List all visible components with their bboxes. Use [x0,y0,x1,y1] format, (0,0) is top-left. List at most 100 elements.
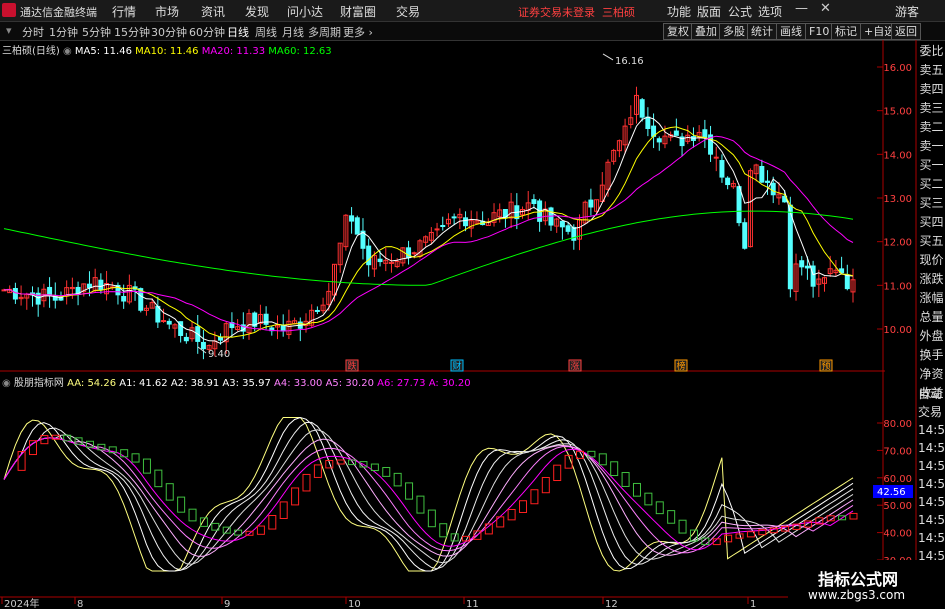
sidebar-lower-item-0[interactable]: 自动 [918,385,945,403]
indicator-tick-label: 60.00 [883,474,912,485]
candle-body [742,222,748,249]
candle-body [702,129,708,138]
candle-body [183,336,189,342]
candle-body [263,313,269,325]
candle-body [121,296,127,302]
sidebar-lower-item-7[interactable]: 14:56 [918,511,945,529]
sidebar-item-8[interactable]: 买三 [918,194,945,213]
sidebar-item-2[interactable]: 卖四 [918,80,945,99]
candle-body [725,177,731,186]
price-tick-label: 16.00 [883,63,912,74]
settings-icon[interactable]: ◉ [2,378,11,389]
price-tick-label: 12.00 [883,238,912,249]
sidebar-item-6[interactable]: 买一 [918,156,945,175]
price-chart[interactable]: 16.16 9.40 跌 财 涨 榜 预 16.00 15.00 14.00 13.00 12.00… [0,0,945,609]
indicator-step-box [632,482,641,497]
event-tag: 预 [821,361,830,372]
indicator-title[interactable]: 股朋指标网 [14,378,64,389]
indicator-step-box [28,440,37,456]
price-tick-label: 10.00 [883,325,912,336]
sidebar-item-14[interactable]: 总量 [918,308,945,327]
indicator-step-box [165,483,174,501]
sidebar-item-13[interactable]: 涨幅 [918,289,945,308]
indicator-step-box [279,501,288,519]
event-tag: 跌 [347,361,356,372]
sidebar-item-3[interactable]: 卖三 [918,99,945,118]
sidebar-lower-item-5[interactable]: 14:56 [918,475,945,493]
sidebar-item-10[interactable]: 买五 [918,232,945,251]
candle-body [451,216,457,219]
sidebar-lower-item-1[interactable]: 交易 [918,403,945,421]
indicator-aa-line [3,417,854,572]
candle-body [377,258,383,263]
candle-body [463,217,469,227]
indicator-step-box [188,508,197,522]
watermark-url: www.zbgs3.com [808,588,906,602]
indicator-step-box [507,508,516,521]
candle-body [166,320,172,325]
indicator-step-box [553,464,562,482]
candle-body [559,220,565,228]
indicator-a1: A1: 41.62 [119,378,168,389]
x-axis-label: 1 [750,599,756,609]
indicator-a2: A2: 38.91 [170,378,220,389]
sidebar-item-1[interactable]: 卖五 [918,61,945,80]
indicator-step-box [302,473,311,492]
indicator-tick-label: 40.00 [883,529,912,540]
indicator-step-box [427,509,436,528]
candle-body [639,99,645,118]
event-tag: 涨 [570,361,579,372]
indicator-tick-label: 70.00 [883,446,912,457]
candle-body [354,217,360,235]
sidebar-lower-item-2[interactable]: 14:56 [918,421,945,439]
sidebar-item-7[interactable]: 买二 [918,175,945,194]
indicator-step-box [530,489,539,505]
indicator-step-box [177,496,186,513]
indicator-step-box [667,510,676,524]
candle-body [588,199,594,208]
sidebar-item-17[interactable]: 净资 [918,365,945,384]
sidebar-item-11[interactable]: 现价 [918,251,945,270]
candle-body [12,288,18,300]
candle-body [713,156,719,159]
sidebar-lower-item-8[interactable]: 14:56 [918,529,945,547]
sidebar-item-15[interactable]: 外盘 [918,327,945,346]
indicator-fan-line [3,416,854,572]
event-tag: 榜 [676,360,685,372]
indicator-a: A: 30.20 [428,378,471,389]
candle-body [531,199,537,205]
indicator-a6: A6: 27.73 [377,378,426,389]
indicator-step-box [382,467,391,477]
indicator-step-box [405,482,414,500]
candle-body [434,228,440,231]
indicator-step-box [598,453,607,466]
sidebar-lower-item-4[interactable]: 14:56 [918,457,945,475]
candle-body [673,130,679,136]
candle-body [736,186,742,224]
candle-body [765,180,771,183]
candle-body [200,341,206,350]
ma60-line [3,210,854,286]
candle-body [656,138,662,143]
candle-body [98,279,104,291]
current-value-label: 42.56 [877,487,906,498]
indicator-step-box [131,453,140,463]
indicator-fan-line [3,437,854,557]
sidebar-item-9[interactable]: 买四 [918,213,945,232]
indicator-step-box [610,461,619,477]
sidebar-item-0[interactable]: 委比 [918,42,945,61]
price-tick-label: 11.00 [883,281,912,292]
price-tick-label: 14.00 [883,150,912,161]
sidebar-lower-item-6[interactable]: 14:56 [918,493,945,511]
indicator-step-box [393,472,402,487]
sidebar-item-4[interactable]: 卖二 [918,118,945,137]
indicator-tick-label: 80.00 [883,419,912,430]
x-axis-label: 2024年 [4,597,39,609]
sidebar-item-5[interactable]: 卖一 [918,137,945,156]
indicator-step-box [678,519,687,534]
sidebar-item-16[interactable]: 换手 [918,346,945,365]
sidebar-item-12[interactable]: 涨跌 [918,270,945,289]
sidebar-lower-item-3[interactable]: 14:56 [918,439,945,457]
indicator-step-box [541,477,550,494]
indicator-step-box [724,534,733,543]
